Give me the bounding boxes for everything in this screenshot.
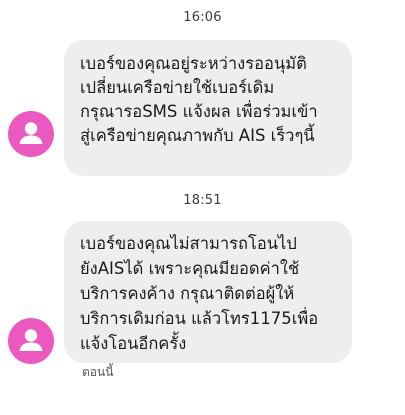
message-bubble[interactable]: เบอร์ของคุณไม่สามารถโอนไป ยังAISได้ เพรา… — [64, 221, 352, 363]
message-text-line: กรุณารอSMS แจ้งผล เพื่อร่วมเข้า — [80, 102, 318, 121]
message-status: ตอนนี้ — [82, 365, 114, 379]
message-bubble[interactable]: เบอร์ของคุณอยู่ระหว่างรออนุมัติ เปลี่ยนเ… — [64, 40, 352, 176]
message-text-line: สู่เครือข่ายคุณภาพกับ AIS เร็วๆนี้ — [80, 126, 315, 145]
message-timestamp: 18:51 — [183, 193, 222, 208]
contact-avatar[interactable] — [8, 111, 54, 157]
contact-avatar[interactable] — [8, 318, 54, 364]
message-text-line: ยังAISได้ เพราะคุณมียอดค่าใช้ — [80, 259, 300, 278]
message-text-line: แจ้งโอนอีกครั้ง — [80, 334, 187, 353]
message-text-line: เปลี่ยนเครือข่ายใช้เบอร์เดิม — [80, 78, 275, 97]
message-text-line: บริการเดิมก่อน แล้วโทร1175เพื่อ — [80, 309, 319, 328]
person-silhouette-icon — [19, 329, 43, 351]
person-silhouette-icon — [19, 122, 43, 144]
message-text-line: บริการคงค้าง กรุณาติดต่อผู้ให้ — [80, 284, 295, 303]
message-timestamp: 16:06 — [183, 10, 222, 25]
message-text-line: เบอร์ของคุณอยู่ระหว่างรออนุมัติ — [80, 54, 307, 73]
message-text-line: เบอร์ของคุณไม่สามารถโอนไป — [80, 234, 297, 253]
